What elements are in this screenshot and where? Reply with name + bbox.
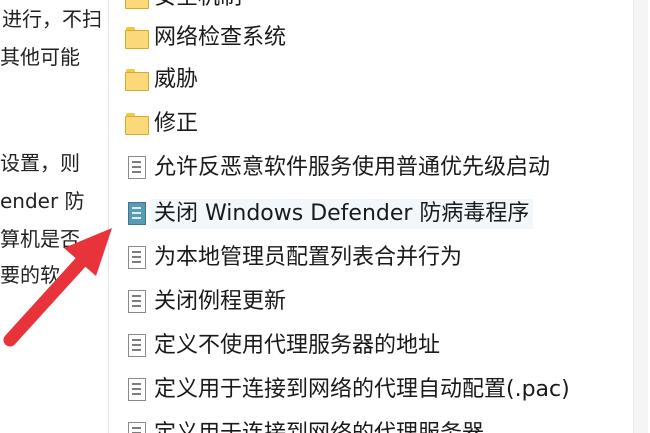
list-item-label: 定义用于连接到网络的代理自动配置(.pac): [154, 377, 570, 402]
list-item-label: 关闭例程更新: [154, 289, 287, 314]
list-item-label: 允许反恶意软件服务使用普通优先级启动: [154, 155, 551, 180]
list-item-label: 为本地管理员配置列表合并行为: [154, 245, 463, 270]
list-item-setting[interactable]: 定义不使用代理服务器的地址: [120, 326, 620, 366]
description-line: 要的软: [0, 263, 60, 287]
list-item-setting[interactable]: 为本地管理员配置列表合并行为: [120, 238, 620, 278]
list-item-label: 威胁: [154, 67, 199, 92]
description-line: 算机是否: [0, 227, 80, 251]
list-item-setting[interactable]: 定义用于连接到网络的代理服务器: [120, 414, 620, 433]
folder-icon: [120, 18, 150, 58]
list-item-label: 关闭 Windows Defender 防病毒程序: [150, 199, 534, 229]
folder-icon: [120, 104, 150, 144]
description-line: 设置，则: [0, 151, 80, 175]
list-item-setting-selected[interactable]: 关闭 Windows Defender 防病毒程序: [120, 194, 620, 234]
policy-setting-icon: [120, 326, 150, 366]
list-item-label: 定义不使用代理服务器的地址: [154, 333, 441, 358]
policy-list: 安全机制 网络检查系统 威胁 修正 允许反恶意软件服务使用普通优先级启动 关闭 …: [120, 0, 630, 433]
description-line: ender 防: [0, 189, 85, 213]
list-item-label: 修正: [154, 111, 199, 136]
policy-setting-icon: [120, 238, 150, 278]
list-item-setting[interactable]: 关闭例程更新: [120, 282, 620, 322]
policy-setting-icon: [120, 194, 150, 234]
policy-setting-icon: [120, 148, 150, 188]
folder-icon: [120, 60, 150, 100]
list-item-setting[interactable]: 定义用于连接到网络的代理自动配置(.pac): [120, 370, 620, 410]
list-item-folder[interactable]: 修正: [120, 104, 620, 144]
list-item-label: 定义用于连接到网络的代理服务器: [150, 419, 488, 433]
policy-setting-icon: [120, 282, 150, 322]
list-item-label: 网络检查系统: [154, 25, 287, 50]
policy-setting-icon: [120, 370, 150, 410]
vertical-scrollbar[interactable]: [633, 0, 648, 433]
description-line: 其他可能: [0, 45, 80, 69]
list-item-label: 安全机制: [150, 0, 246, 13]
description-line: 进行，不扫: [2, 7, 102, 31]
list-item-folder[interactable]: 威胁: [120, 60, 620, 100]
list-item-folder[interactable]: 网络检查系统: [120, 18, 620, 58]
list-item-setting[interactable]: 允许反恶意软件服务使用普通优先级启动: [120, 148, 620, 188]
list-item-folder[interactable]: 安全机制: [120, 0, 620, 18]
policy-setting-icon: [120, 414, 150, 433]
folder-icon: [120, 0, 150, 18]
description-pane: 进行，不扫 其他可能 设置，则 ender 防 算机是否 要的软: [0, 0, 108, 433]
pane-divider[interactable]: [108, 0, 109, 433]
